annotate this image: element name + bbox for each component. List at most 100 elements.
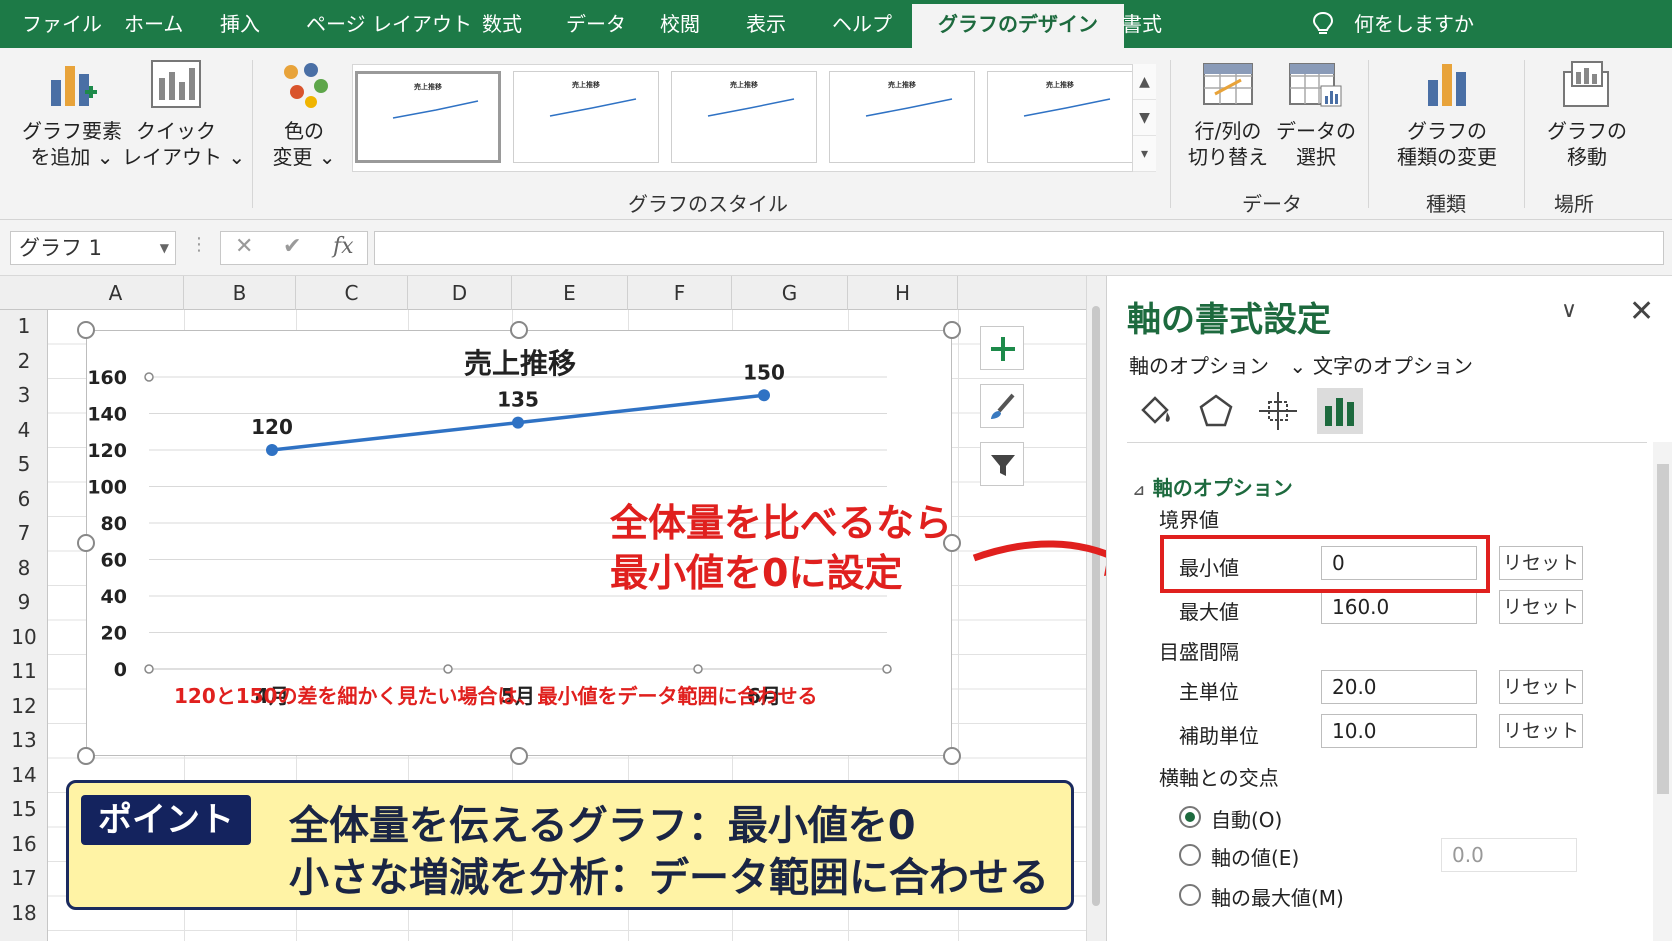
major-reset-button[interactable]: リセット [1499,670,1583,704]
move-chart-button[interactable]: グラフの 移動 [1538,58,1636,170]
tab-data[interactable]: データ [566,0,626,48]
chart-style-thumb-2[interactable]: 売上推移 [513,71,659,163]
function-icon[interactable]: fx [333,234,354,259]
tab-insert[interactable]: 挿入 [220,0,260,48]
chart-filters-button[interactable] [980,442,1024,486]
data-point[interactable] [758,389,770,402]
chart-style-thumb-5[interactable]: 売上推移 [987,71,1133,163]
row-header[interactable]: 11 [0,659,48,683]
axis-handle[interactable] [144,664,154,674]
cancel-icon[interactable]: ✕ [235,234,253,259]
chart-style-thumb-1[interactable]: 売上推移 [355,71,501,163]
y-tick-label[interactable]: 140 [87,404,127,426]
pane-scrollbar[interactable] [1653,442,1672,941]
radio-maximum-axis-value[interactable] [1179,884,1201,906]
chart-title[interactable]: 売上推移 [464,347,576,380]
y-tick-label[interactable]: 120 [87,440,127,462]
y-tick-label[interactable]: 80 [101,513,127,535]
row-header[interactable]: 8 [0,556,48,580]
gallery-down-arrow-icon[interactable]: ▼ [1133,100,1156,136]
change-colors-button[interactable]: 色の 変更 ⌄ [262,58,346,170]
gallery-more-icon[interactable]: ▾ [1133,136,1156,172]
row-header[interactable]: 10 [0,625,48,649]
tab-chart-design[interactable]: グラフのデザイン [912,4,1124,48]
maximum-input[interactable]: 160.0 [1321,590,1477,624]
tab-view[interactable]: 表示 [746,0,786,48]
tab-text-options[interactable]: 文字のオプション [1313,350,1473,379]
resize-handle[interactable] [77,534,95,552]
chevron-down-icon[interactable]: ∨ [1561,298,1577,323]
size-properties-icon[interactable] [1255,388,1301,434]
collapse-triangle-icon[interactable]: ⊿ [1133,483,1145,499]
axis-handle[interactable] [882,664,892,674]
column-header[interactable]: C [296,276,408,310]
tell-me-search[interactable]: 何をしますか [1354,0,1474,48]
vertical-scrollbar[interactable] [1086,276,1106,941]
minor-unit-input[interactable]: 10.0 [1321,714,1477,748]
fill-line-icon[interactable] [1131,388,1177,434]
tab-format[interactable]: 書式 [1122,0,1162,48]
row-header[interactable]: 15 [0,797,48,821]
axis-value-input[interactable]: 0.0 [1441,838,1577,872]
change-chart-type-button[interactable]: グラフの 種類の変更 [1390,58,1504,170]
row-header[interactable]: 2 [0,349,48,373]
chart-style-thumb-3[interactable]: 売上推移 [671,71,817,163]
row-header[interactable]: 7 [0,521,48,545]
y-tick-label[interactable]: 0 [114,659,127,681]
column-header[interactable]: H [848,276,958,310]
axis-options-icon-tab[interactable] [1317,388,1363,434]
row-header[interactable]: 9 [0,590,48,614]
axis-handle[interactable] [144,372,154,382]
row-header[interactable]: 1 [0,314,48,338]
data-label[interactable]: 150 [743,360,785,384]
chart-style-thumb-4[interactable]: 売上推移 [829,71,975,163]
y-tick-label[interactable]: 40 [101,586,127,608]
tab-formulas[interactable]: 数式 [482,0,522,48]
column-header[interactable]: B [184,276,296,310]
row-header[interactable]: 12 [0,694,48,718]
axis-handle[interactable] [443,664,453,674]
name-box[interactable]: グラフ 1 ▼ [10,231,176,265]
tab-page-layout[interactable]: ページ レイアウト [306,0,472,48]
formula-input[interactable] [374,231,1664,265]
radio-axis-value[interactable] [1179,844,1201,866]
y-tick-label[interactable]: 160 [87,367,127,389]
tab-help[interactable]: ヘルプ [832,0,892,48]
radio-automatic[interactable] [1179,806,1201,828]
data-label[interactable]: 135 [497,388,539,412]
chart-elements-button[interactable] [980,326,1024,370]
resize-handle[interactable] [510,747,528,765]
quick-layout-button[interactable]: クイック レイアウト ⌄ [122,58,245,170]
row-header[interactable]: 4 [0,418,48,442]
row-header[interactable]: 14 [0,763,48,787]
column-header[interactable]: F [628,276,732,310]
y-tick-label[interactable]: 60 [101,550,127,572]
tab-file[interactable]: ファイル [22,0,102,48]
minor-reset-button[interactable]: リセット [1499,714,1583,748]
row-header[interactable]: 17 [0,866,48,890]
chart-styles-button[interactable] [980,384,1024,428]
add-chart-element-button[interactable]: グラフ要素 を追加 ⌄ [18,58,126,170]
resize-handle[interactable] [77,321,95,339]
scrollbar-thumb[interactable] [1092,306,1100,906]
tab-axis-options[interactable]: 軸のオプション ⌄ [1129,350,1306,379]
data-label[interactable]: 120 [251,415,293,439]
y-tick-label[interactable]: 100 [87,477,127,499]
drag-handle-icon[interactable]: ⋮ [190,234,208,255]
row-header[interactable]: 6 [0,487,48,511]
chevron-down-icon[interactable]: ⌄ [1289,354,1306,378]
tab-home[interactable]: ホーム [124,0,183,48]
data-point[interactable] [266,444,278,456]
row-header[interactable]: 18 [0,901,48,925]
row-header[interactable]: 3 [0,383,48,407]
enter-icon[interactable]: ✔ [283,234,301,259]
row-header[interactable]: 5 [0,452,48,476]
gallery-up-arrow-icon[interactable]: ▲ [1133,64,1156,100]
y-tick-label[interactable]: 20 [101,623,127,645]
column-header[interactable]: D [408,276,512,310]
row-header[interactable]: 16 [0,832,48,856]
minimum-reset-button[interactable]: リセット [1499,546,1583,580]
major-unit-input[interactable]: 20.0 [1321,670,1477,704]
data-point[interactable] [512,416,524,429]
resize-handle[interactable] [510,321,528,339]
